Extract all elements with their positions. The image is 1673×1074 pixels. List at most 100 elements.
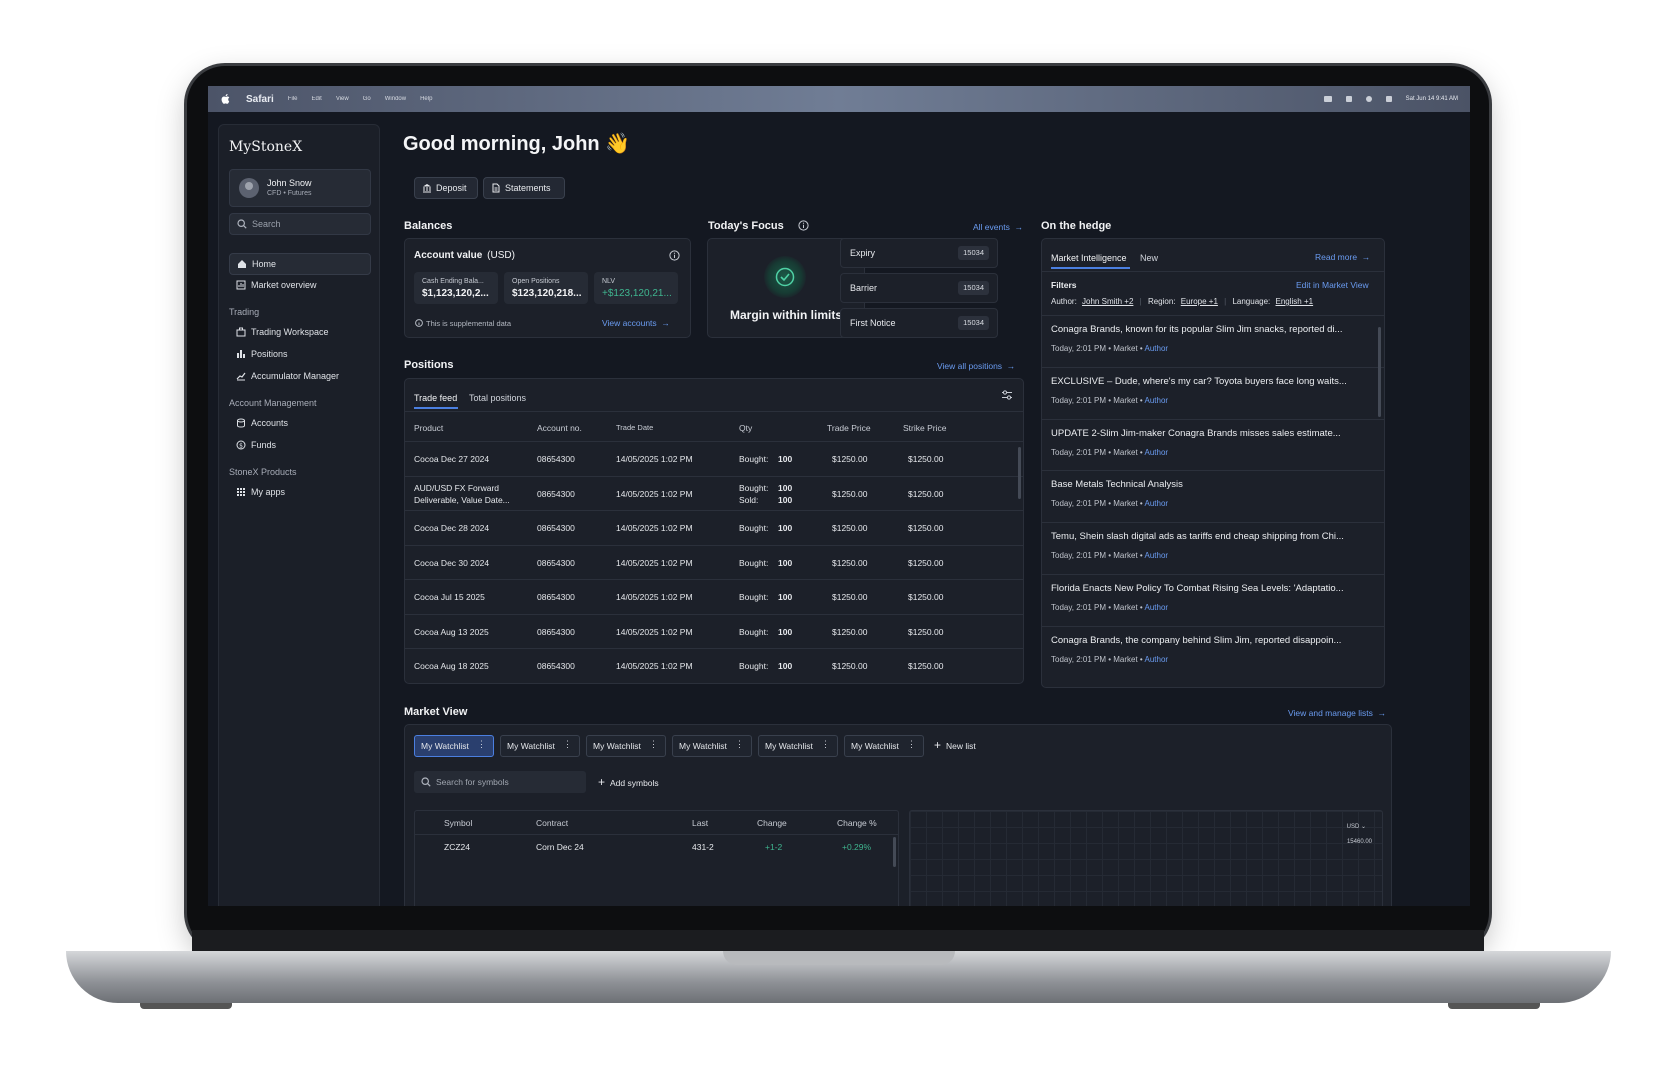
column-header-trade-price[interactable]: Trade Price	[827, 423, 871, 433]
menu-view[interactable]: View	[336, 96, 349, 102]
column-header-change[interactable]: Change	[757, 818, 787, 828]
table-row[interactable]: Cocoa Dec 27 2024 08654300 14/05/2025 1:02…	[405, 441, 1023, 476]
add-symbols-button[interactable]: + Add symbols	[598, 775, 659, 789]
watchlist-tab[interactable]: My Watchlist ⋮	[586, 735, 666, 757]
sidebar-item-accumulator-manager[interactable]: Accumulator Manager	[229, 366, 369, 386]
view-and-manage-lists-link[interactable]: View and manage lists →	[1288, 708, 1386, 718]
symbol-search-input[interactable]: Search for symbols	[414, 771, 586, 793]
deposit-button[interactable]: Deposit	[414, 177, 478, 199]
column-header-product[interactable]: Product	[414, 423, 443, 433]
news-author-link[interactable]: Author	[1145, 499, 1169, 508]
more-vertical-icon[interactable]: ⋮	[735, 739, 744, 750]
more-vertical-icon[interactable]: ⋮	[563, 739, 572, 750]
stat-nlv[interactable]: NLV +$123,120,21...	[594, 272, 678, 304]
tab-trade-feed[interactable]: Trade feed	[414, 393, 457, 403]
column-header-trade-date[interactable]: Trade Date	[616, 423, 653, 432]
tab-market-intelligence[interactable]: Market Intelligence	[1051, 253, 1127, 263]
table-row[interactable]: AUD/USD FX Forward Deliverable, Value Dat…	[405, 475, 1023, 511]
table-row[interactable]: Cocoa Aug 18 2025 08654300 14/05/2025 1:02…	[405, 648, 1023, 683]
all-events-link[interactable]: All events →	[973, 222, 1023, 232]
focus-row-expiry[interactable]: Expiry 15034	[840, 238, 998, 268]
positions-scrollbar[interactable]	[1018, 447, 1021, 499]
sidebar-item-home[interactable]: Home	[229, 253, 371, 275]
read-more-link[interactable]: Read more →	[1315, 252, 1370, 262]
watchlist-scrollbar[interactable]	[893, 837, 896, 867]
sidebar-item-my-apps[interactable]: My apps	[229, 482, 369, 502]
more-vertical-icon[interactable]: ⋮	[907, 739, 916, 750]
menu-window[interactable]: Window	[385, 96, 406, 102]
app-name[interactable]: Safari	[246, 94, 274, 105]
sidebar-item-positions[interactable]: Positions	[229, 344, 369, 364]
table-row[interactable]: Cocoa Aug 13 2025 08654300 14/05/2025 1:02…	[405, 613, 1023, 649]
news-item[interactable]: UPDATE 2-Slim Jim-maker Conagra Brands m…	[1042, 418, 1384, 471]
table-row[interactable]: Cocoa Jul 15 2025 08654300 14/05/2025 1:02…	[405, 579, 1023, 614]
column-header-strike-price[interactable]: Strike Price	[903, 423, 946, 433]
sidebar-search-input[interactable]: Search	[229, 213, 371, 235]
column-header-contract[interactable]: Contract	[536, 818, 568, 828]
statements-button[interactable]: Statements	[483, 177, 565, 199]
news-item[interactable]: Conagra Brands, known for its popular Sl…	[1042, 315, 1384, 367]
column-header-symbol[interactable]: Symbol	[444, 818, 472, 828]
news-item[interactable]: Temu, Shein slash digital ads as tariffs…	[1042, 522, 1384, 574]
focus-row-barrier[interactable]: Barrier 15034	[840, 273, 998, 303]
menu-go[interactable]: Go	[363, 96, 371, 102]
spotlight-icon[interactable]	[1365, 96, 1372, 102]
info-icon[interactable]	[798, 220, 809, 231]
more-vertical-icon[interactable]: ⋮	[649, 739, 658, 750]
edit-in-market-view-link[interactable]: Edit in Market View	[1296, 280, 1369, 290]
news-author-link[interactable]: Author	[1145, 396, 1169, 405]
news-item[interactable]: Conagra Brands, the company behind Slim …	[1042, 625, 1384, 678]
column-header-last[interactable]: Last	[692, 818, 708, 828]
column-header-qty[interactable]: Qty	[739, 423, 752, 433]
news-author-link[interactable]: Author	[1145, 603, 1169, 612]
stat-cash-ending-balance[interactable]: Cash Ending Bala... $1,123,120,2...	[414, 272, 498, 304]
view-accounts-link[interactable]: View accounts →	[602, 318, 670, 328]
news-author-link[interactable]: Author	[1145, 344, 1169, 353]
tab-total-positions[interactable]: Total positions	[469, 393, 526, 403]
sidebar-item-accounts[interactable]: Accounts	[229, 413, 369, 433]
price-chart[interactable]: USD ⌄ 15460.00	[909, 810, 1383, 906]
chart-currency-select[interactable]: USD ⌄	[1347, 823, 1366, 830]
news-item[interactable]: Base Metals Technical Analysis Today, 2:0…	[1042, 470, 1384, 522]
more-vertical-icon[interactable]: ⋮	[477, 739, 486, 750]
news-author-link[interactable]: Author	[1145, 655, 1169, 664]
filter-language[interactable]: English +1	[1276, 297, 1314, 306]
column-header-change-pct[interactable]: Change %	[837, 818, 877, 828]
watchlist-tab[interactable]: My Watchlist ⋮	[844, 735, 924, 757]
sliders-icon[interactable]	[1001, 389, 1013, 401]
info-icon[interactable]	[669, 250, 680, 261]
watchlist-tab[interactable]: My Watchlist ⋮	[414, 735, 494, 757]
focus-row-first-notice[interactable]: First Notice 15034	[840, 308, 998, 338]
column-header-account[interactable]: Account no.	[537, 423, 582, 433]
table-row[interactable]: Cocoa Dec 28 2024 08654300 14/05/2025 1:02…	[405, 510, 1023, 545]
battery-icon[interactable]	[1323, 96, 1332, 102]
filter-author[interactable]: John Smith +2	[1082, 297, 1133, 306]
menu-file[interactable]: File	[288, 96, 298, 102]
news-author-link[interactable]: Author	[1145, 551, 1169, 560]
watchlist-tab[interactable]: My Watchlist ⋮	[500, 735, 580, 757]
wifi-icon[interactable]	[1345, 96, 1352, 102]
table-row[interactable]: Cocoa Dec 30 2024 08654300 14/05/2025 1:02…	[405, 544, 1023, 580]
stat-open-positions[interactable]: Open Positions $123,120,218...	[504, 272, 588, 304]
more-vertical-icon[interactable]: ⋮	[821, 739, 830, 750]
news-scrollbar[interactable]	[1378, 327, 1381, 417]
view-all-positions-link[interactable]: View all positions →	[937, 361, 1015, 371]
watchlist-tab[interactable]: My Watchlist ⋮	[672, 735, 752, 757]
control-center-icon[interactable]	[1385, 96, 1392, 102]
sidebar-item-funds[interactable]: $ Funds	[229, 435, 369, 455]
tab-new[interactable]: New	[1140, 253, 1158, 263]
sidebar-item-market-overview[interactable]: Market overview	[229, 275, 369, 295]
news-author-link[interactable]: Author	[1145, 448, 1169, 457]
filter-region[interactable]: Europe +1	[1181, 297, 1218, 306]
menu-edit[interactable]: Edit	[311, 96, 321, 102]
apple-icon[interactable]	[220, 93, 232, 105]
table-row[interactable]: ZCZ24 Corn Dec 24 431-2 +1-2 +0.29%	[415, 835, 898, 859]
sidebar-item-trading-workspace[interactable]: Trading Workspace	[229, 322, 369, 342]
new-list-button[interactable]: + New list	[934, 738, 976, 752]
menu-help[interactable]: Help	[420, 96, 432, 102]
user-card[interactable]: John Snow CFD • Futures	[229, 169, 371, 207]
logo[interactable]: MyStoneX	[229, 139, 302, 155]
news-item[interactable]: EXCLUSIVE – Dude, where's my car? Toyota…	[1042, 366, 1384, 419]
news-item[interactable]: Florida Enacts New Policy To Combat Risi…	[1042, 574, 1384, 626]
watchlist-tab[interactable]: My Watchlist ⋮	[758, 735, 838, 757]
